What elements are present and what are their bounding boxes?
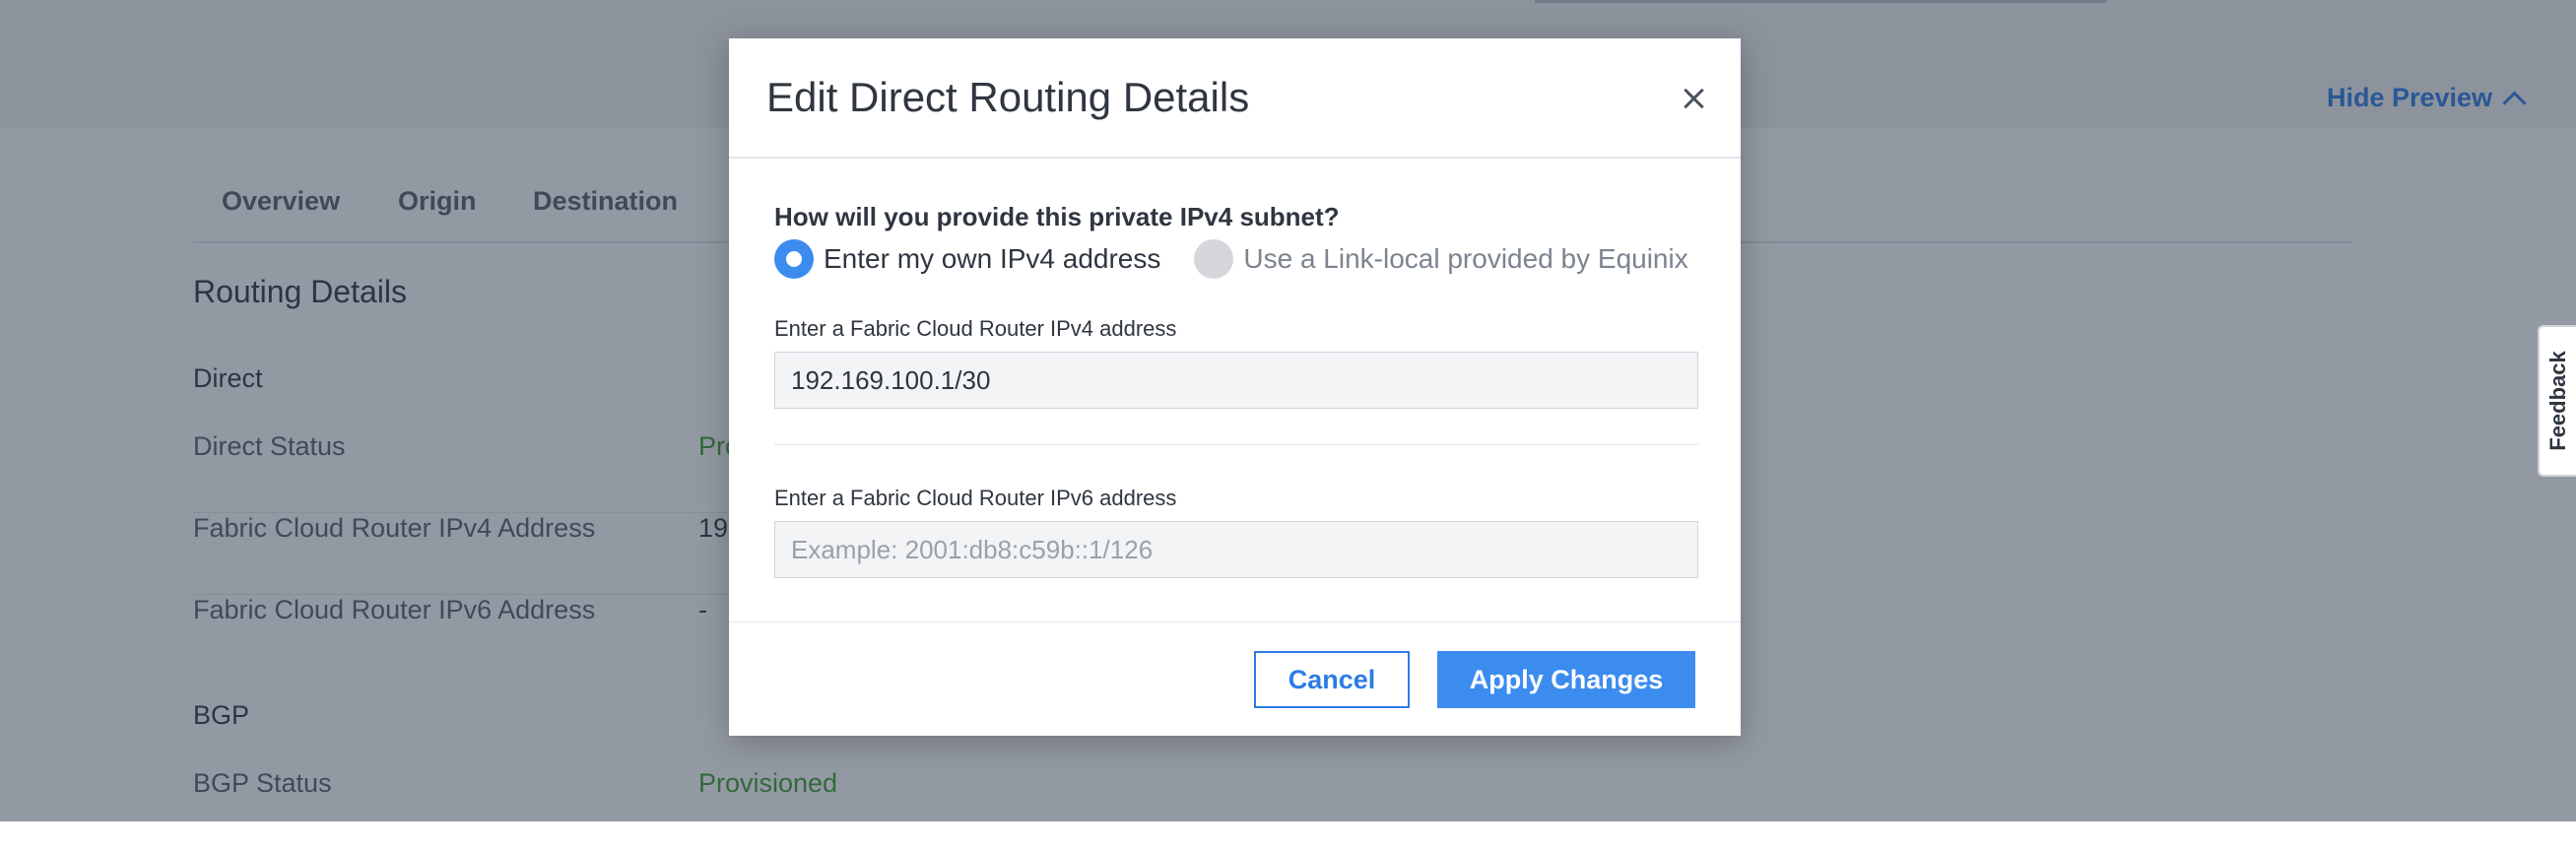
link-local-label[interactable]: Use a Link-local provided by Equinix	[1243, 243, 1687, 275]
close-icon[interactable]	[1677, 82, 1710, 115]
ipv4-field-label: Enter a Fabric Cloud Router IPv4 address	[774, 316, 1177, 341]
ipv4-address-input[interactable]	[774, 352, 1698, 409]
ipv6-field-label: Enter a Fabric Cloud Router IPv6 address	[774, 486, 1177, 510]
own-ipv4-radio[interactable]	[774, 239, 814, 279]
field-divider	[774, 444, 1698, 445]
edit-direct-routing-modal: Edit Direct Routing Details How will you…	[729, 38, 1741, 736]
ipv6-address-input[interactable]	[774, 521, 1698, 578]
subnet-options: Enter my own IPv4 address Use a Link-loc…	[774, 239, 1688, 279]
feedback-label: Feedback	[2544, 351, 2570, 451]
own-ipv4-label[interactable]: Enter my own IPv4 address	[824, 243, 1160, 275]
feedback-tab[interactable]: Feedback	[2538, 325, 2576, 477]
modal-header: Edit Direct Routing Details	[729, 38, 1741, 159]
link-local-radio[interactable]	[1194, 239, 1234, 279]
cancel-button[interactable]: Cancel	[1254, 651, 1410, 708]
modal-title: Edit Direct Routing Details	[766, 74, 1250, 120]
subnet-question: How will you provide this private IPv4 s…	[774, 202, 1340, 231]
apply-changes-button[interactable]: Apply Changes	[1437, 651, 1695, 708]
